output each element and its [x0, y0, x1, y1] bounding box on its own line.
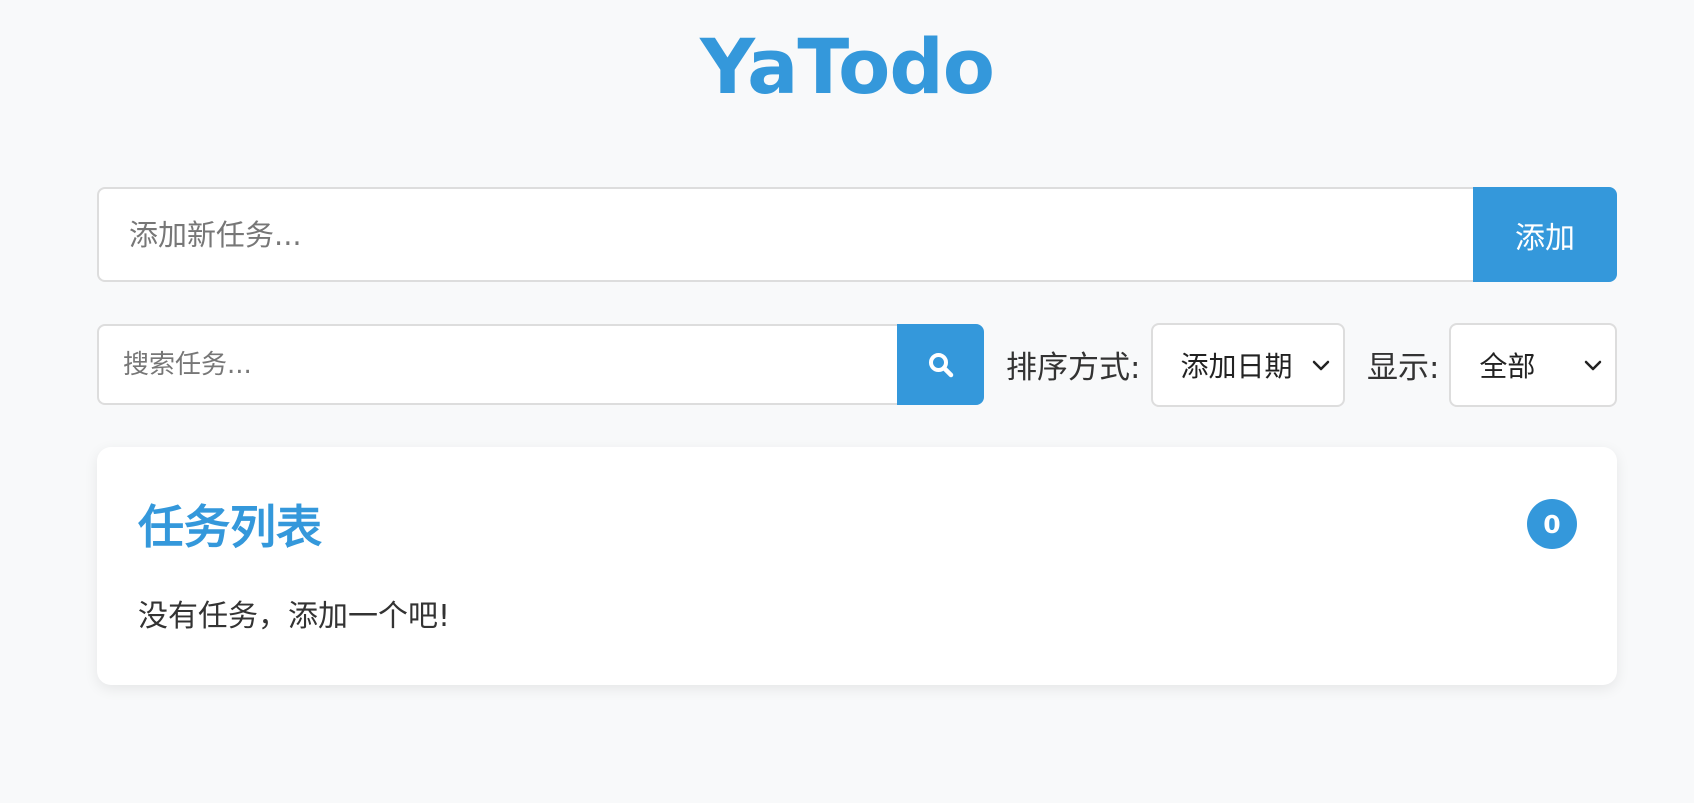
- search-button[interactable]: [897, 324, 985, 405]
- task-list-title: 任务列表: [138, 500, 322, 554]
- add-task-row: 添加: [97, 187, 1617, 282]
- task-count-badge: 0: [1527, 499, 1577, 549]
- controls-row: 排序方式: 添加日期 显示: 全部: [97, 322, 1617, 407]
- filter-select-value: 全部: [1479, 349, 1536, 383]
- empty-task-message: 没有任务，添加一个吧!: [138, 599, 451, 634]
- task-list-card: 任务列表 0 没有任务，添加一个吧!: [97, 447, 1617, 685]
- filter-select[interactable]: 全部: [1449, 322, 1617, 407]
- app-root: YaTodo 添加 排序方式: 添加日期 显示: 全部 任务列表: [0, 0, 1694, 803]
- add-task-input[interactable]: [97, 187, 1473, 282]
- app-title: YaTodo: [700, 22, 995, 111]
- sort-select[interactable]: 添加日期: [1150, 322, 1345, 407]
- sort-select-value: 添加日期: [1180, 349, 1293, 383]
- filter-label: 显示:: [1366, 350, 1440, 386]
- add-task-button[interactable]: 添加: [1473, 187, 1617, 282]
- search-icon: [928, 352, 953, 377]
- search-input[interactable]: [97, 324, 898, 405]
- chevron-down-icon: [1312, 360, 1330, 370]
- chevron-down-icon: [1584, 360, 1602, 370]
- sort-label: 排序方式:: [1006, 350, 1141, 386]
